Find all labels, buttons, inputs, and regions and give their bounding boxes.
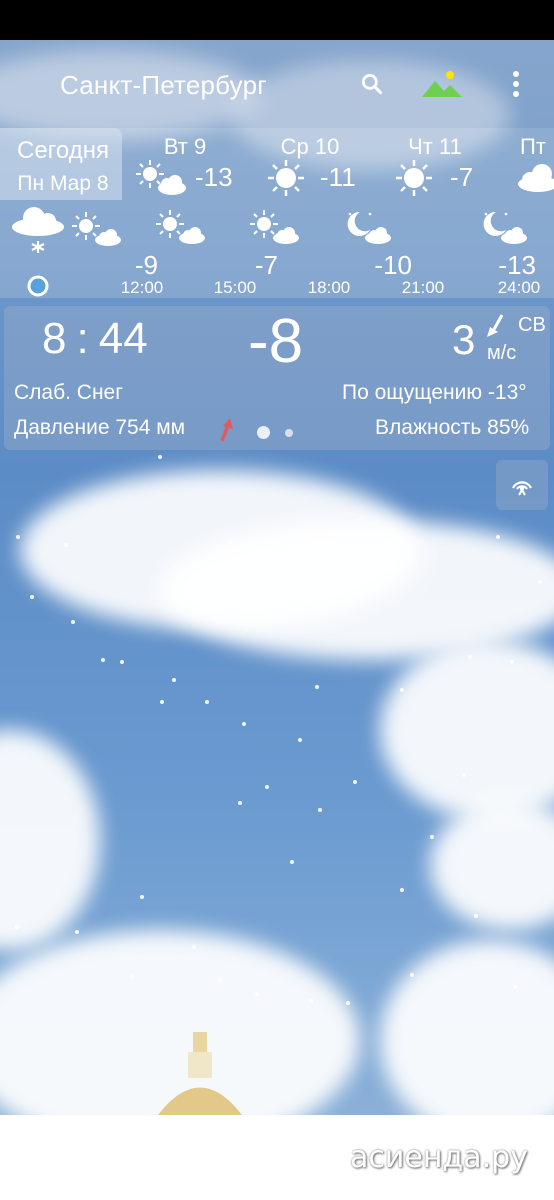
snowflake [298, 738, 302, 742]
snowflake [140, 895, 144, 899]
snow-cloud-icon [12, 207, 64, 253]
current-temp: -8 [248, 307, 304, 376]
day-tab-label[interactable]: Пт [520, 134, 554, 160]
snowflake [218, 978, 222, 982]
wind-direction-arrow-icon [487, 314, 504, 337]
wind-unit: м/с [487, 342, 517, 364]
city-title[interactable]: Санкт-Петербург [60, 70, 267, 101]
hour-temp: -13 [498, 250, 536, 280]
snowflake [158, 455, 162, 459]
hour-temp: -10 [374, 250, 412, 280]
more-vert-icon[interactable] [492, 60, 540, 108]
pressure-text: Давление 754 мм [14, 416, 186, 439]
snowflake [30, 595, 34, 599]
clock-hours: 8 [42, 314, 67, 363]
snowflake [318, 808, 322, 812]
snowflake [71, 620, 75, 624]
snowflake [16, 535, 20, 539]
snowflake [255, 992, 259, 996]
hour-time: 21:00 [401, 278, 445, 297]
cloud-shape [430, 800, 554, 930]
snowflake [265, 785, 269, 789]
landscape-icon[interactable] [418, 60, 466, 108]
snowflake [64, 543, 68, 547]
broadcast-button[interactable] [496, 460, 548, 510]
day-temp: -13 [195, 162, 233, 192]
broadcast-icon [512, 481, 532, 496]
snowflake [462, 773, 466, 777]
cathedral-dome [158, 1032, 242, 1115]
night-cloudy-icon [483, 211, 527, 244]
clock-separator: : [76, 314, 89, 363]
sun-icon [268, 160, 304, 196]
hour-temp: -9 [134, 250, 158, 280]
page-indicator-dot[interactable] [257, 426, 270, 439]
snowflake [468, 655, 472, 659]
day-tab-label[interactable]: Чт 11 [395, 134, 475, 160]
humidity-text: Влажность 85% [375, 416, 530, 439]
snowflake [205, 700, 209, 704]
snowflake [15, 925, 19, 929]
snowflake [160, 700, 164, 704]
day-temp: -11 [320, 162, 356, 192]
partly-cloudy-icon [72, 212, 121, 246]
snowflake [192, 945, 196, 949]
snowflake [513, 985, 517, 989]
snowflake [474, 914, 478, 918]
hour-time: 12:00 [120, 278, 164, 297]
day-tab-label[interactable]: Ср 10 [270, 134, 350, 160]
clock-minutes: 44 [98, 314, 148, 363]
snowflake [120, 660, 124, 664]
condition-text: Слаб. Снег [14, 381, 123, 404]
snowflake [238, 801, 242, 805]
wind-speed: 3 [452, 316, 476, 363]
day-tab-today-label: Сегодня [17, 137, 109, 164]
current-hour-indicator [27, 275, 49, 297]
page-indicator-dot[interactable] [285, 429, 293, 437]
hour-temp: -7 [254, 250, 278, 280]
snowflake [309, 999, 313, 1003]
pressure-trend-icon [220, 418, 233, 442]
snowflake [400, 688, 404, 692]
cloud-shape [380, 940, 554, 1115]
day-tab-today-date: Пн Мар 8 [17, 172, 109, 195]
partly-cloudy-icon [250, 210, 299, 244]
day-temp: -7 [450, 162, 474, 192]
snowflake [496, 535, 500, 539]
hour-time: 24:00 [497, 278, 541, 297]
hour-time: 18:00 [307, 278, 351, 297]
cloud-shape [160, 520, 554, 660]
snowflake [370, 535, 374, 539]
wind-direction: СВ [518, 314, 546, 336]
snowflake [172, 678, 176, 682]
clock: 8 : 44 [42, 314, 148, 364]
snowflake [75, 930, 79, 934]
snowflake [346, 1001, 350, 1005]
cloud-shape [0, 730, 100, 950]
snowflake [410, 973, 414, 977]
day-tab-label[interactable]: Вт 9 [150, 134, 220, 160]
snowflake [353, 780, 357, 784]
snowflake [242, 722, 246, 726]
snowflake [130, 975, 134, 979]
hour-time: 15:00 [213, 278, 257, 297]
cloud-icon [518, 164, 554, 192]
snowflake [430, 835, 434, 839]
snowflake [290, 860, 294, 864]
snowflake [510, 660, 514, 664]
snowflake [315, 685, 319, 689]
snowflake [101, 658, 105, 662]
sun-icon [396, 160, 432, 196]
cloud-shape [380, 640, 554, 820]
search-icon[interactable] [348, 60, 396, 108]
snowflake [400, 888, 404, 892]
partly-cloudy-icon [156, 210, 205, 244]
partly-cloudy-icon [136, 160, 186, 195]
night-cloudy-icon [347, 211, 391, 244]
feels-like-text: По ощущению -13° [342, 381, 527, 404]
snowflake [538, 580, 542, 584]
snowflake [228, 540, 232, 544]
watermark: асиенда.ру [350, 1140, 528, 1175]
